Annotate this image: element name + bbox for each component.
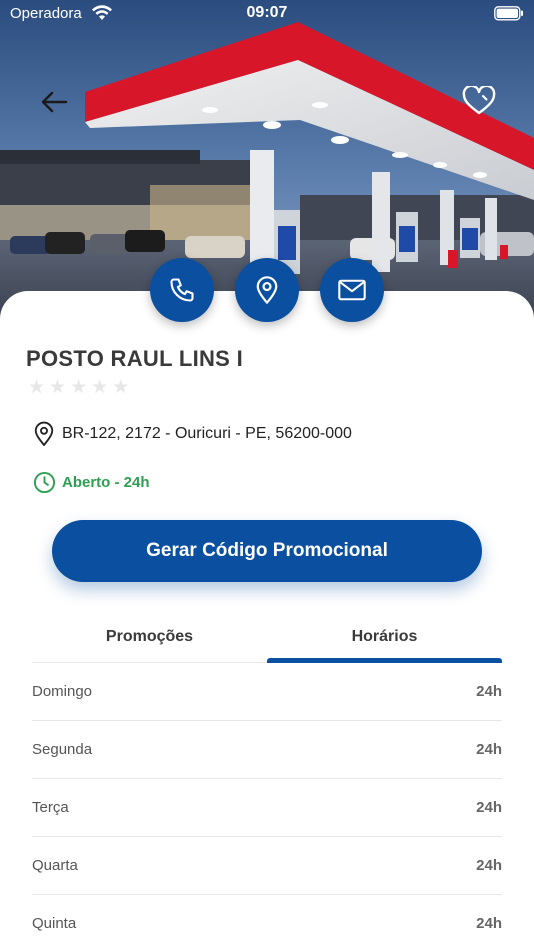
address-row[interactable]: BR-122, 2172 - Ouricuri - PE, 56200-000: [33, 421, 352, 447]
clock-icon: [33, 471, 56, 494]
schedule-day: Domingo: [32, 683, 93, 700]
schedule-day: Quarta: [32, 857, 78, 874]
open-status-text: Aberto - 24h: [62, 474, 150, 491]
email-button[interactable]: [320, 258, 384, 322]
schedule-day: Terça: [32, 799, 69, 816]
mail-icon: [338, 279, 366, 301]
tab-horarios[interactable]: Horários: [267, 622, 502, 663]
star-icon: ★: [70, 377, 88, 398]
star-icon: ★: [112, 377, 130, 398]
schedule-row: Segunda 24h: [32, 721, 502, 779]
schedule-day: Segunda: [32, 741, 93, 758]
station-name: POSTO RAUL LINS I: [26, 346, 243, 371]
tab-promocoes[interactable]: Promoções: [32, 622, 267, 662]
call-button[interactable]: [150, 258, 214, 322]
schedule-hours: 24h: [476, 741, 502, 758]
phone-icon: [170, 278, 194, 302]
tab-bar: Promoções Horários: [32, 622, 502, 663]
arrow-left-icon: [41, 91, 68, 113]
heart-outline-icon: [462, 86, 496, 115]
location-button[interactable]: [235, 258, 299, 322]
schedule-row: Terça 24h: [32, 779, 502, 837]
star-icon: ★: [28, 377, 46, 398]
star-icon: ★: [49, 377, 67, 398]
schedule-list: Domingo 24h Segunda 24h Terça 24h Quarta…: [32, 663, 502, 950]
generate-promo-code-button[interactable]: Gerar Código Promocional: [52, 520, 482, 582]
schedule-row: Domingo 24h: [32, 663, 502, 721]
favorite-button[interactable]: [458, 80, 500, 122]
schedule-hours: 24h: [476, 799, 502, 816]
map-pin-icon: [256, 276, 278, 304]
status-bar: Operadora 09:07: [0, 0, 534, 28]
station-address: BR-122, 2172 - Ouricuri - PE, 56200-000: [62, 425, 352, 442]
battery-icon: [494, 6, 524, 26]
open-status-row: Aberto - 24h: [33, 471, 150, 494]
back-button[interactable]: [34, 82, 74, 122]
schedule-hours: 24h: [476, 915, 502, 932]
location-pin-icon: [34, 421, 54, 446]
schedule-row: Quarta 24h: [32, 837, 502, 895]
schedule-hours: 24h: [476, 857, 502, 874]
star-icon: ★: [91, 377, 109, 398]
schedule-day: Quinta: [32, 915, 77, 932]
clock-time: 09:07: [246, 4, 288, 21]
rating-stars: ★ ★ ★ ★ ★: [28, 378, 129, 398]
schedule-row: Quinta 24h: [32, 895, 502, 950]
schedule-hours: 24h: [476, 683, 502, 700]
